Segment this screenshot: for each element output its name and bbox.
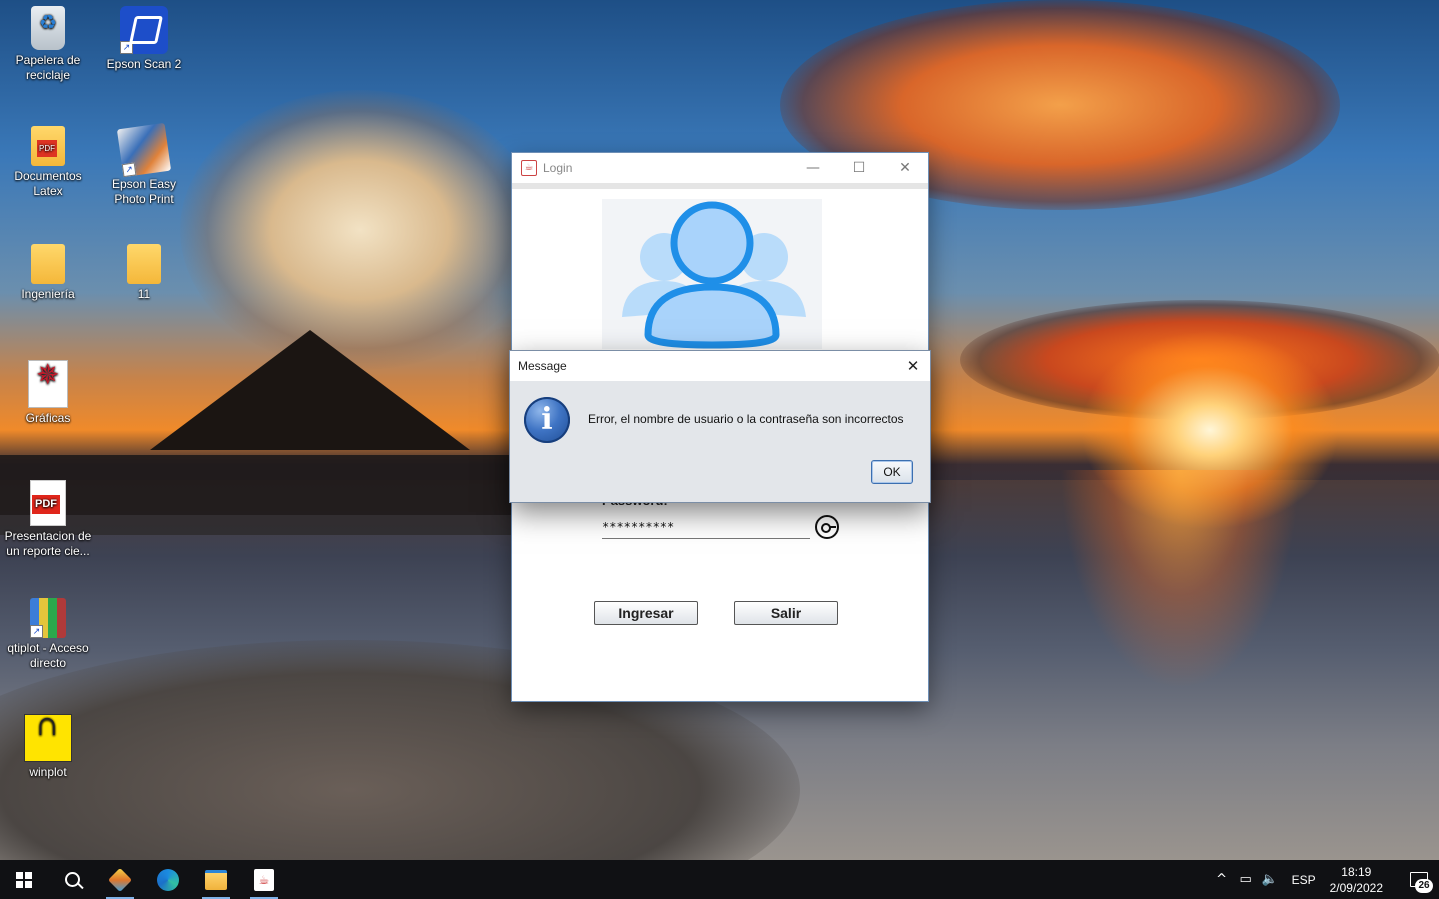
error-message-text: Error, el nombre de usuario o la contras…: [588, 412, 904, 426]
desktop-icon-recycle-bin[interactable]: Papelera de reciclaje: [0, 6, 96, 83]
password-field[interactable]: **********: [602, 520, 810, 539]
users-avatar-image: [602, 199, 822, 349]
login-titlebar[interactable]: ☕ Login — ☐ ✕: [512, 153, 928, 183]
pdf-icon: [30, 480, 66, 526]
desktop-icon-label: Presentacion de un reporte cie...: [4, 529, 92, 558]
desktop-icon-graficas[interactable]: Gráficas: [0, 360, 96, 426]
epson-scan-icon: ↗: [120, 6, 168, 54]
info-icon: i: [524, 397, 570, 443]
minimize-button[interactable]: —: [790, 153, 836, 183]
volume-icon[interactable]: 🔈: [1258, 860, 1282, 899]
clock-date: 2/09/2022: [1329, 880, 1383, 895]
taskbar-app-edge[interactable]: [144, 860, 192, 899]
desktop-icon-label: winplot: [29, 765, 67, 779]
search-button[interactable]: [48, 860, 96, 899]
desktop-icon-epson-photo-print[interactable]: ↗ Epson Easy Photo Print: [96, 122, 192, 207]
recycle-bin-icon: [31, 6, 65, 50]
desktop-icon-label: Gráficas: [25, 411, 71, 425]
java-icon: ☕: [521, 160, 537, 176]
desktop-icon-epson-scan[interactable]: ↗ Epson Scan 2: [96, 6, 192, 72]
clock-time: 18:19: [1341, 864, 1372, 879]
message-close-button[interactable]: ✕: [902, 355, 924, 377]
login-window-title: Login: [543, 161, 573, 175]
language-indicator[interactable]: ESP: [1292, 873, 1316, 887]
taskbar-app-cube[interactable]: [96, 860, 144, 899]
photo-print-icon: ↗: [116, 122, 172, 178]
network-icon[interactable]: ▭: [1234, 860, 1258, 899]
desktop-icon-qtiplot[interactable]: ↗ qtiplot - Acceso directo: [0, 598, 96, 671]
desktop-icon-label: Ingeniería: [21, 287, 75, 301]
maximize-button[interactable]: ☐: [836, 153, 882, 183]
desktop-icon-ingenieria[interactable]: Ingeniería: [0, 244, 96, 302]
message-titlebar[interactable]: Message ✕: [510, 351, 930, 381]
taskbar-app-explorer[interactable]: [192, 860, 240, 899]
file-explorer-icon: [205, 869, 227, 890]
start-button[interactable]: [0, 860, 48, 899]
notification-count-badge: 26: [1415, 879, 1433, 893]
edge-icon: [157, 868, 179, 891]
key-icon[interactable]: [815, 515, 839, 539]
desktop-icon-label: 11: [137, 287, 151, 301]
desktop-icon-winplot[interactable]: winplot: [0, 714, 96, 780]
desktop-icon-label: Epson Easy Photo Print: [111, 177, 177, 206]
windows-logo-icon: [16, 871, 32, 888]
folder-icon: [31, 244, 65, 284]
message-dialog: Message ✕ i Error, el nombre de usuario …: [510, 351, 930, 502]
java-app-icon: ☕: [254, 868, 274, 891]
system-tray: ^ ▭ 🔈 ESP 18:19 2/09/2022 26: [1210, 860, 1439, 899]
search-icon: [64, 872, 80, 887]
notifications-button[interactable]: 26: [1399, 860, 1439, 899]
users-group-icon: [622, 201, 806, 349]
desktop-icon-label: Epson Scan 2: [106, 57, 182, 71]
cube-app-icon: [107, 867, 133, 892]
desktop-icon-label: qtiplot - Acceso directo: [7, 641, 89, 670]
ingresar-button[interactable]: Ingresar: [594, 601, 698, 625]
qtiplot-icon: ↗: [30, 598, 66, 638]
clock[interactable]: 18:19 2/09/2022: [1330, 864, 1383, 896]
desktop-icon-label: Documentos Latex: [14, 169, 82, 198]
winplot-icon: [24, 714, 72, 762]
desktop-icon-11[interactable]: 11: [96, 244, 192, 302]
folder-icon: [31, 126, 65, 166]
desktop-icon-presentacion[interactable]: Presentacion de un reporte cie...: [0, 480, 96, 559]
ok-button[interactable]: OK: [871, 460, 913, 484]
taskbar-app-java[interactable]: ☕: [240, 860, 288, 899]
folder-icon: [127, 244, 161, 284]
salir-button[interactable]: Salir: [734, 601, 838, 625]
message-dialog-title: Message: [518, 359, 567, 373]
graficas-icon: [28, 360, 68, 408]
desktop-icon-documentos-latex[interactable]: Documentos Latex: [0, 126, 96, 199]
desktop-icon-label: Papelera de reciclaje: [15, 53, 81, 82]
chevron-up-icon[interactable]: ^: [1210, 860, 1234, 899]
login-separator: [512, 183, 928, 189]
taskbar: ☕ ^ ▭ 🔈 ESP 18:19 2/09/2022 26: [0, 860, 1439, 899]
close-button[interactable]: ✕: [882, 153, 928, 183]
